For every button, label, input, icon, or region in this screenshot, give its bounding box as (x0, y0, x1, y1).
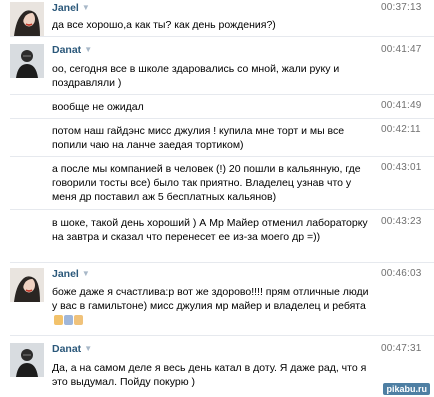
message-text: да все хорошо,а как ты? как день рождени… (52, 19, 276, 31)
message-header: Janel ▼ (52, 2, 90, 16)
dropdown-caret-icon[interactable]: ▼ (84, 344, 92, 353)
message-text: а после мы компанией в человек (!) 20 по… (52, 163, 361, 203)
dropdown-caret-icon[interactable]: ▼ (82, 3, 90, 12)
separator (10, 262, 434, 263)
message-time: 00:43:23 (381, 216, 422, 227)
separator (10, 118, 434, 119)
message-text: оо, сегодня все в школе здаровались со м… (52, 63, 340, 89)
message-time: 00:37:13 (381, 2, 422, 13)
message-header: Janel ▼ (52, 268, 90, 282)
message-time: 00:47:31 (381, 343, 422, 354)
message-time: 00:46:03 (381, 268, 422, 279)
message-text: боже даже я счастлива:р вот же здорово!!… (52, 285, 374, 329)
separator (10, 94, 434, 95)
thumbs-up-emoji-icon (74, 315, 83, 325)
avatar[interactable] (10, 268, 44, 302)
avatar-janel-icon (10, 268, 44, 302)
author-name[interactable]: Janel (52, 268, 79, 280)
message-text-body: боже даже я счастлива:р вот же здорово!!… (52, 286, 369, 312)
separator (10, 335, 434, 336)
avatar[interactable] (10, 44, 44, 78)
message-time: 00:42:11 (381, 124, 421, 135)
message-header: Danat ▼ (52, 343, 92, 357)
separator (10, 36, 434, 37)
avatar-danat-icon (10, 44, 44, 78)
dropdown-caret-icon[interactable]: ▼ (82, 269, 90, 278)
praying-hands-emoji-icon (54, 315, 63, 325)
message-time: 00:43:01 (381, 162, 422, 173)
message-text: Да, а на самом деле я весь день катал в … (52, 362, 367, 388)
watermark: pikabu.ru (383, 383, 430, 395)
author-name[interactable]: Danat (52, 343, 81, 355)
message-time: 00:41:47 (381, 44, 422, 55)
author-name[interactable]: Danat (52, 44, 81, 56)
message-text: потом наш гайдэнс мисс джулия ! купила м… (52, 125, 345, 151)
dropdown-caret-icon[interactable]: ▼ (84, 45, 92, 54)
separator (10, 209, 434, 210)
gift-emoji-icon (64, 315, 73, 325)
message-time: 00:41:49 (381, 100, 422, 111)
separator (10, 156, 434, 157)
message-header: Danat ▼ (52, 44, 92, 58)
avatar[interactable] (10, 2, 44, 36)
avatar-janel-icon (10, 2, 44, 36)
chat-log: Janel ▼ 00:37:13 да все хорошо,а как ты? … (0, 0, 434, 397)
message-text: вообще не ожидал (52, 101, 144, 113)
emoji-group (54, 315, 84, 329)
avatar[interactable] (10, 343, 44, 377)
message-text: в шоке, такой день хороший ) А Мр Майер … (52, 217, 368, 243)
author-name[interactable]: Janel (52, 2, 79, 14)
avatar-danat-icon (10, 343, 44, 377)
